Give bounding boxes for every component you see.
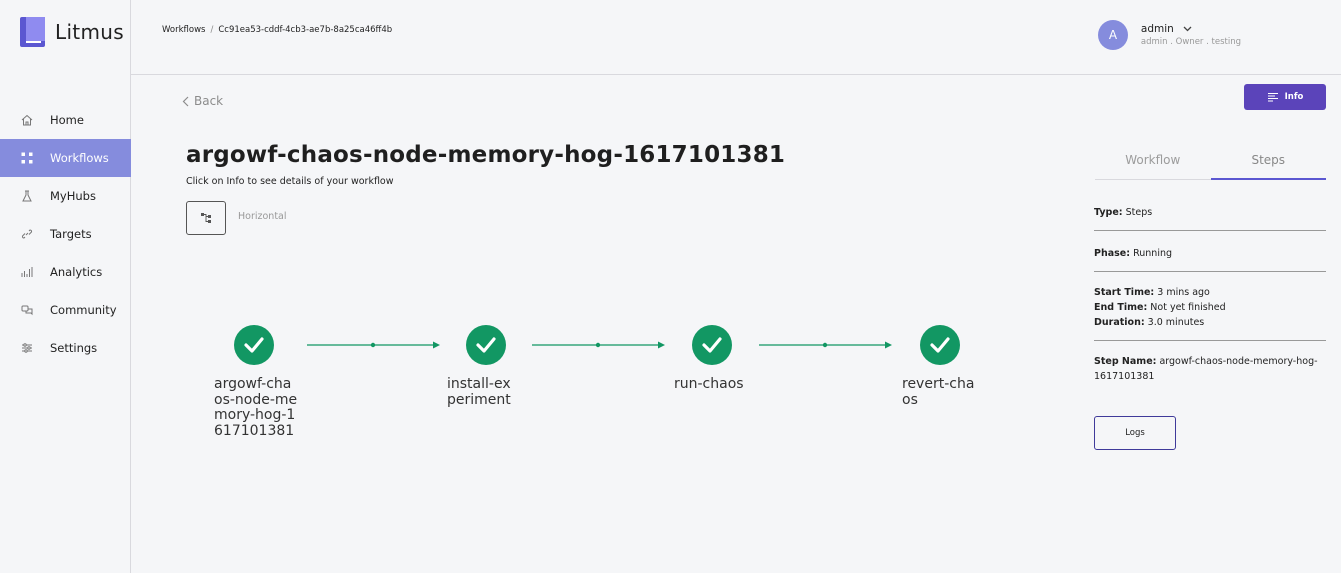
flask-icon <box>20 189 34 203</box>
step-name-section: Step Name: argowf-chaos-node-memory-hog-… <box>1094 341 1326 394</box>
success-check-icon <box>920 325 960 365</box>
app-name: Litmus <box>55 20 124 44</box>
orientation-toggle-button[interactable] <box>186 201 226 235</box>
workflow-node[interactable] <box>692 325 732 365</box>
sidebar: Litmus Home Workflows MyHubs Targets Ana… <box>0 0 131 573</box>
phase-label: Phase: <box>1094 248 1131 259</box>
start-time-label: Start Time: <box>1094 287 1155 298</box>
sidebar-item-label: Community <box>50 303 117 317</box>
sidebar-nav: Home Workflows MyHubs Targets Analytics <box>0 101 131 367</box>
end-time-label: End Time: <box>1094 302 1148 313</box>
text-lines-icon <box>1267 93 1278 102</box>
success-check-icon <box>234 325 274 365</box>
sidebar-item-targets[interactable]: Targets <box>0 215 131 253</box>
logs-button[interactable]: Logs <box>1094 416 1176 450</box>
avatar[interactable]: A <box>1097 20 1128 50</box>
page-title: argowf-chaos-node-memory-hog-1617101381 <box>186 142 786 168</box>
user-name-row: admin <box>1141 23 1241 35</box>
duration-label: Duration: <box>1094 317 1145 328</box>
success-check-icon <box>466 325 506 365</box>
info-button[interactable]: Info <box>1244 84 1326 110</box>
sidebar-item-workflows[interactable]: Workflows <box>0 139 131 177</box>
sidebar-item-label: Analytics <box>50 265 103 279</box>
breadcrumb: Workflows / Cc91ea53-cddf-4cb3-ae7b-8a25ca… <box>162 25 392 35</box>
back-label: Back <box>194 94 224 108</box>
duration-value: 3.0 minutes <box>1147 317 1205 328</box>
start-time-value: 3 mins ago <box>1157 287 1210 298</box>
workflow-edge-arrow <box>759 341 892 349</box>
tab-workflow[interactable]: Workflow <box>1095 146 1211 179</box>
type-value: Steps <box>1125 207 1153 218</box>
breadcrumb-current: Cc91ea53-cddf-4cb3-ae7b-8a25ca46ff4b <box>218 25 393 35</box>
workflow-node[interactable] <box>920 325 960 365</box>
workflow-graph: argowf-cha os-node-me mory-hog-1 6171013… <box>180 300 1020 470</box>
sidebar-item-community[interactable]: Community <box>0 291 131 329</box>
info-button-label: Info <box>1284 92 1304 102</box>
time-section: Start Time: 3 mins ago End Time: Not yet… <box>1094 272 1326 341</box>
phase-value: Running <box>1133 248 1173 259</box>
top-bar: Workflows / Cc91ea53-cddf-4cb3-ae7b-8a25ca… <box>131 0 1341 75</box>
sidebar-item-analytics[interactable]: Analytics <box>0 253 131 291</box>
community-icon <box>20 303 34 317</box>
bar-chart-icon <box>20 265 34 279</box>
details-tabs: Workflow Steps <box>1095 146 1326 180</box>
sidebar-item-label: Workflows <box>50 151 109 165</box>
workflow-node-label: argowf-cha os-node-me mory-hog-1 6171013… <box>214 376 298 439</box>
sidebar-item-label: Home <box>50 113 84 127</box>
workflow-node-label: run-chaos <box>674 376 744 392</box>
step-name-label: Step Name: <box>1094 356 1157 367</box>
sidebar-item-myhubs[interactable]: MyHubs <box>0 177 131 215</box>
sidebar-item-settings[interactable]: Settings <box>0 329 131 367</box>
orientation-label: Horizontal <box>238 211 287 222</box>
back-button[interactable]: Back <box>182 94 223 108</box>
breadcrumb-workflows-link[interactable]: Workflows <box>162 25 205 35</box>
type-section: Type: Steps <box>1094 196 1326 231</box>
sidebar-item-label: MyHubs <box>50 189 96 203</box>
home-icon <box>20 113 34 127</box>
page-subtitle: Click on Info to see details of your wor… <box>186 176 394 187</box>
success-check-icon <box>692 325 732 365</box>
sidebar-item-label: Targets <box>50 227 92 241</box>
workflow-edge-arrow <box>307 341 440 349</box>
user-role: admin . Owner . testing <box>1140 37 1241 47</box>
workflows-icon <box>20 151 34 165</box>
workflow-node[interactable] <box>234 325 274 365</box>
workflow-node-label: revert-cha os <box>902 376 975 408</box>
app-logo[interactable]: Litmus <box>20 17 124 47</box>
end-time-value: Not yet finished <box>1150 302 1226 313</box>
sliders-icon <box>20 341 34 355</box>
chevron-down-icon[interactable] <box>1183 23 1192 35</box>
type-label: Type: <box>1094 207 1123 218</box>
sidebar-item-home[interactable]: Home <box>0 101 131 139</box>
user-name: admin <box>1140 23 1174 35</box>
tab-steps[interactable]: Steps <box>1210 146 1326 180</box>
step-details-panel: Type: Steps Phase: Running Start Time: 3… <box>1094 196 1326 394</box>
chevron-left-icon <box>182 96 189 106</box>
user-menu[interactable]: A admin admin . Owner . testing <box>1097 20 1241 50</box>
sidebar-item-label: Settings <box>50 341 98 355</box>
litmus-logo-icon <box>20 17 45 47</box>
workflow-node[interactable] <box>466 325 506 365</box>
hierarchy-icon <box>200 213 211 223</box>
workflow-node-label: install-ex periment <box>447 376 511 408</box>
breadcrumb-separator: / <box>210 25 214 35</box>
phase-section: Phase: Running <box>1094 231 1326 272</box>
workflow-edge-arrow <box>532 341 665 349</box>
user-info: admin admin . Owner . testing <box>1141 23 1241 47</box>
link-icon <box>20 227 34 241</box>
